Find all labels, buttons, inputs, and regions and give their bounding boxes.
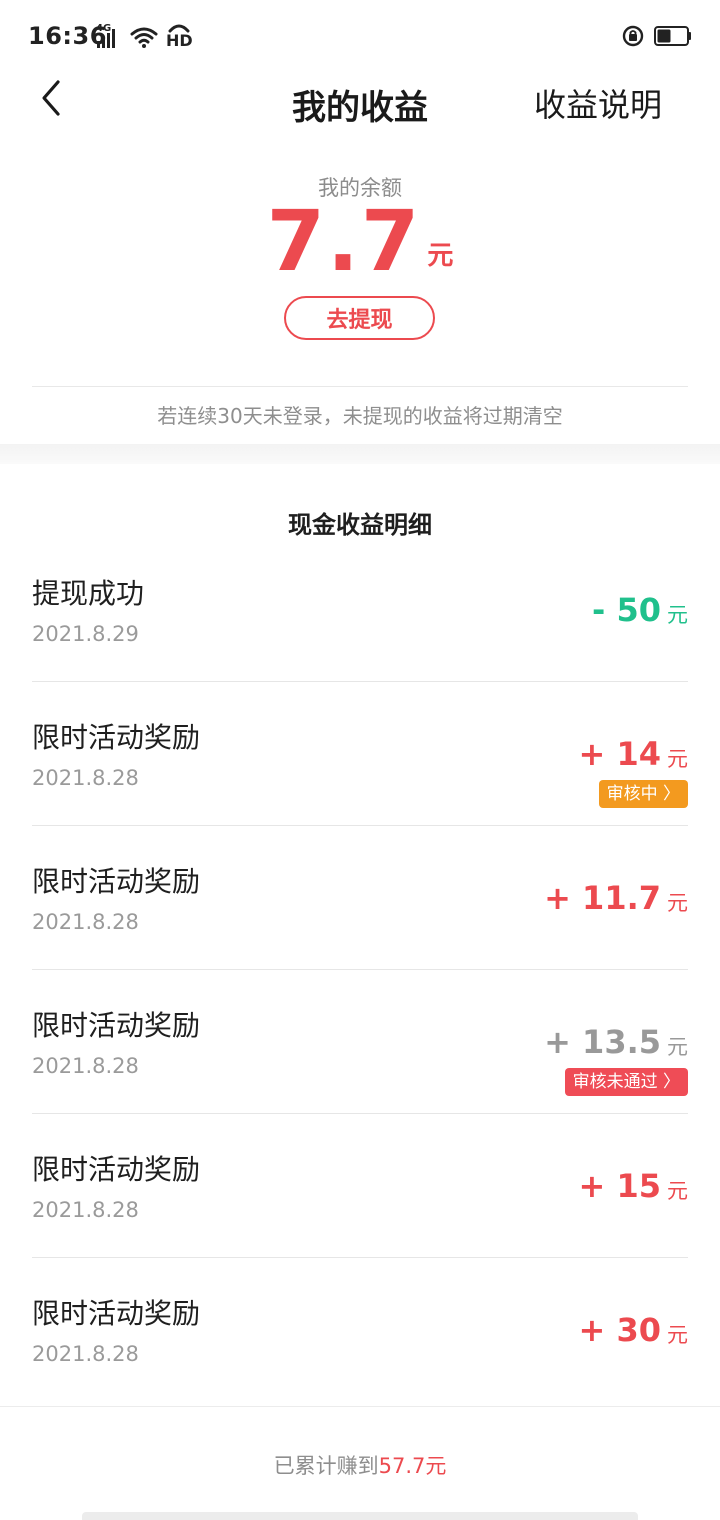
record-amount: + 30 [578, 1311, 661, 1349]
record-unit: 元 [667, 603, 688, 627]
divider [32, 386, 688, 387]
status-icons-right [622, 24, 692, 48]
record-amount-group: + 11.7 元 [544, 878, 688, 918]
record-date: 2021.8.28 [32, 1054, 139, 1078]
status-badge[interactable]: 审核中 〉 [598, 780, 688, 808]
balance-row: 7.7 元 [0, 198, 720, 284]
status-icons-left: 4G HD [96, 23, 193, 49]
footer-divider [0, 1406, 720, 1407]
record-unit: 元 [667, 891, 688, 915]
record-date: 2021.8.28 [32, 766, 139, 790]
signal-group: 4G [96, 23, 122, 49]
rotation-lock-icon [622, 25, 644, 47]
record-amount-group: + 15 元 [579, 1166, 688, 1206]
record-date: 2021.8.28 [32, 1198, 139, 1222]
record-unit: 元 [667, 1035, 688, 1059]
total-earnings: 已累计赚到57.7元 [0, 1450, 720, 1480]
nav-bar: 我的收益 收益说明 [0, 70, 720, 128]
status-bar: 16:36 4G HD [0, 0, 720, 70]
record-amount-group: - 50 元 [592, 590, 688, 630]
record-unit: 元 [667, 1179, 688, 1203]
expiry-notice: 若连续30天未登录，未提现的收益将过期清空 [157, 404, 563, 428]
list-item[interactable]: 限时活动奖励 2021.8.28 + 14 元 审核中 〉 [0, 682, 720, 826]
record-unit: 元 [667, 1323, 688, 1347]
record-title: 限时活动奖励 [32, 1297, 201, 1330]
hd-indicator: HD [166, 23, 193, 49]
list-item[interactable]: 限时活动奖励 2021.8.28 + 13.5 元 审核未通过 〉 [0, 970, 720, 1114]
withdraw-button[interactable]: 去提现 [284, 296, 435, 340]
record-date: 2021.8.28 [32, 910, 139, 934]
list-item[interactable]: 提现成功 2021.8.29 - 50 元 [0, 538, 720, 682]
record-amount: + 11.7 [544, 879, 661, 917]
record-title: 限时活动奖励 [32, 1153, 201, 1186]
record-amount: + 14 [578, 735, 661, 773]
signal-icon [97, 29, 115, 48]
list-item[interactable]: 限时活动奖励 2021.8.28 + 11.7 元 [0, 826, 720, 970]
record-title: 限时活动奖励 [32, 1009, 201, 1042]
record-unit: 元 [667, 747, 688, 771]
record-amount: - 50 [592, 591, 661, 629]
status-badge[interactable]: 审核未通过 〉 [564, 1068, 688, 1096]
battery-icon [654, 26, 691, 46]
record-title: 限时活动奖励 [32, 865, 201, 898]
bottom-nav-hint [82, 1512, 638, 1520]
record-title: 提现成功 [32, 577, 145, 610]
record-date: 2021.8.29 [32, 622, 139, 646]
list-item[interactable]: 限时活动奖励 2021.8.28 + 15 元 [0, 1114, 720, 1258]
income-record-list: 提现成功 2021.8.29 - 50 元 限时活动奖励 2021.8.28 + … [0, 538, 720, 1402]
section-gap [0, 444, 720, 464]
hd-label: HD [166, 31, 193, 50]
record-amount: + 13.5 [544, 1023, 661, 1061]
record-date: 2021.8.28 [32, 1342, 139, 1366]
record-amount: + 15 [578, 1167, 661, 1205]
section-title: 现金收益明细 [288, 511, 432, 539]
total-earnings-amount: 57.7元 [378, 1454, 447, 1478]
total-earnings-label: 已累计赚到 [273, 1454, 379, 1478]
record-amount-group: + 14 元 [579, 734, 688, 774]
record-title: 限时活动奖励 [32, 721, 201, 754]
record-amount-group: + 30 元 [579, 1310, 688, 1350]
list-item[interactable]: 限时活动奖励 2021.8.28 + 30 元 [0, 1258, 720, 1402]
balance-value: 7.7 [266, 192, 422, 290]
wifi-icon [130, 27, 158, 48]
record-amount-group: + 13.5 元 [544, 1022, 688, 1062]
income-help-link[interactable]: 收益说明 [534, 80, 662, 126]
balance-unit: 元 [427, 241, 454, 271]
